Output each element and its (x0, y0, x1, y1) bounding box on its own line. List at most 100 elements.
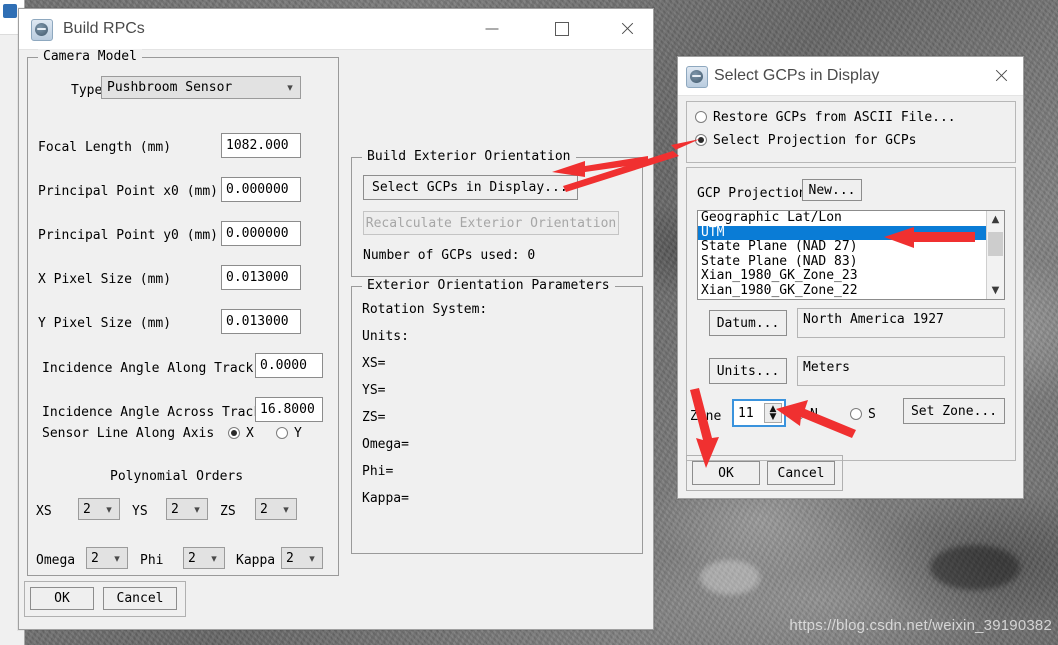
incidence-along-track-label: Incidence Angle Along Track (42, 361, 254, 376)
incidence-across-track-value: 16.8000 (260, 402, 315, 417)
recalculate-exterior-orientation-button: Recalculate Exterior Orientation (363, 211, 619, 235)
build-rpcs-title: Build RPCs (63, 20, 145, 37)
x-pixel-size-input[interactable]: 0.013000 (221, 265, 301, 290)
focal-length-value: 1082.000 (226, 138, 289, 153)
zone-label: Zone (690, 409, 722, 424)
build-rpcs-titlebar: Build RPCs (19, 9, 653, 50)
camera-model-group-label: Camera Model (38, 49, 142, 64)
app-logo-icon (686, 66, 708, 88)
poly-phi-dropdown[interactable]: 2 ▾ (183, 547, 225, 569)
hemisphere-radio-south[interactable]: S (850, 407, 876, 422)
build-rpcs-ok-button[interactable]: OK (30, 587, 94, 610)
y-pixel-size-value: 0.013000 (226, 314, 289, 329)
poly-kappa-dropdown[interactable]: 2 ▾ (281, 547, 323, 569)
maximize-button[interactable] (539, 9, 585, 48)
poly-kappa-label: Kappa (236, 553, 276, 568)
select-gcps-cancel-button[interactable]: Cancel (767, 461, 835, 485)
param-ys: YS= (362, 383, 386, 398)
minimize-icon (485, 28, 499, 29)
scroll-up-icon[interactable]: ▲ (987, 211, 1004, 228)
poly-zs-value: 2 (260, 501, 268, 517)
minimize-button[interactable] (469, 9, 515, 48)
incidence-across-track-input[interactable]: 16.8000 (255, 397, 323, 422)
principal-point-y0-value: 0.000000 (226, 226, 289, 241)
units-value: Meters (803, 360, 850, 375)
projection-list-scrollbar[interactable]: ▲ ▼ (986, 211, 1004, 299)
principal-point-y0-label: Principal Point y0 (mm) (38, 228, 219, 243)
list-item[interactable]: Xian_1980_GK_Zone_23 (698, 268, 1004, 284)
new-button-label: New... (808, 182, 856, 198)
select-gcps-button-label: Select GCPs in Display... (372, 180, 568, 195)
zone-spinner-buttons[interactable]: ▲ ▼ (764, 403, 782, 423)
sensor-axis-radio-y[interactable]: Y (276, 426, 302, 441)
datum-value: North America 1927 (803, 312, 944, 327)
close-button[interactable] (604, 9, 650, 48)
param-kappa: Kappa= (362, 491, 409, 506)
poly-zs-label: ZS (220, 504, 236, 519)
gcp-projection-panel: GCP Projection New... Geographic Lat/Lon… (686, 167, 1016, 461)
list-item[interactable]: Geographic Lat/Lon (698, 211, 1004, 226)
camera-model-group: Camera Model Type Pushbroom Sensor ▾ Foc… (27, 49, 339, 576)
y-pixel-size-label: Y Pixel Size (mm) (38, 316, 172, 331)
units-button[interactable]: Units... (709, 358, 787, 384)
x-pixel-size-value: 0.013000 (226, 270, 289, 285)
param-units: Units: (362, 329, 409, 344)
select-gcps-in-display-button[interactable]: Select GCPs in Display... (363, 175, 578, 200)
param-omega: Omega= (362, 437, 409, 452)
sensor-type-dropdown[interactable]: Pushbroom Sensor ▾ (101, 76, 301, 99)
hemisphere-radio-north[interactable]: N (792, 407, 818, 422)
units-value-field: Meters (797, 356, 1005, 386)
principal-point-x0-input[interactable]: 0.000000 (221, 177, 301, 202)
chevron-down-icon: ▾ (194, 502, 200, 516)
sensor-axis-label: Sensor Line Along Axis (42, 426, 215, 441)
datum-button[interactable]: Datum... (709, 310, 787, 336)
sensor-axis-radio-x[interactable]: X (228, 426, 254, 441)
select-gcps-button-bar: OK Cancel (686, 455, 843, 491)
focal-length-input[interactable]: 1082.000 (221, 133, 301, 158)
select-projection-for-gcps-radio[interactable]: Select Projection for GCPs (695, 133, 917, 148)
app-logo-icon (31, 19, 53, 41)
poly-xs-label: XS (36, 504, 52, 519)
poly-zs-dropdown[interactable]: 2 ▾ (255, 498, 297, 520)
poly-ys-label: YS (132, 504, 148, 519)
build-rpcs-button-bar: OK Cancel (24, 581, 186, 617)
datum-value-field: North America 1927 (797, 308, 1005, 338)
poly-kappa-value: 2 (286, 550, 294, 566)
build-rpcs-cancel-button[interactable]: Cancel (103, 587, 177, 610)
close-icon (994, 69, 1008, 83)
restore-gcps-from-ascii-radio[interactable]: Restore GCPs from ASCII File... (695, 110, 956, 125)
incidence-along-track-value: 0.0000 (260, 358, 307, 373)
list-item[interactable]: State Plane (NAD 27) (698, 239, 1004, 255)
param-zs: ZS= (362, 410, 386, 425)
incidence-along-track-input[interactable]: 0.0000 (255, 353, 323, 378)
watermark-text: https://blog.csdn.net/weixin_39190382 (789, 617, 1052, 634)
y-pixel-size-input[interactable]: 0.013000 (221, 309, 301, 334)
sensor-type-value: Pushbroom Sensor (107, 80, 233, 95)
scrollbar-thumb[interactable] (988, 232, 1003, 256)
projection-listbox[interactable]: Geographic Lat/Lon UTM State Plane (NAD … (697, 210, 1005, 300)
chevron-down-icon: ▾ (309, 551, 315, 565)
datum-button-label: Datum... (716, 315, 780, 331)
list-item[interactable]: Xian_1980_GK_Zone_22 (698, 283, 1004, 299)
zone-spinner[interactable]: 11 ▲ ▼ (732, 399, 786, 427)
build-exterior-group-label: Build Exterior Orientation (362, 149, 576, 164)
scroll-down-icon[interactable]: ▼ (987, 282, 1004, 299)
principal-point-x0-label: Principal Point x0 (mm) (38, 184, 219, 199)
list-item[interactable]: UTM (698, 225, 1004, 240)
param-xs: XS= (362, 356, 386, 371)
spinner-down-icon[interactable]: ▼ (770, 413, 777, 422)
select-gcps-cancel-label: Cancel (777, 465, 825, 481)
select-gcps-ok-button[interactable]: OK (692, 461, 760, 485)
principal-point-y0-input[interactable]: 0.000000 (221, 221, 301, 246)
select-gcps-title: Select GCPs in Display (714, 67, 880, 84)
list-item[interactable]: State Plane (NAD 83) (698, 254, 1004, 270)
select-gcps-close-button[interactable] (978, 57, 1024, 94)
poly-ys-dropdown[interactable]: 2 ▾ (166, 498, 208, 520)
poly-xs-dropdown[interactable]: 2 ▾ (78, 498, 120, 520)
gcp-count-text: Number of GCPs used: 0 (363, 248, 536, 263)
close-icon (620, 22, 634, 36)
new-projection-button[interactable]: New... (802, 179, 862, 201)
gcp-projection-label: GCP Projection (697, 186, 807, 201)
set-zone-button[interactable]: Set Zone... (903, 398, 1005, 424)
poly-omega-dropdown[interactable]: 2 ▾ (86, 547, 128, 569)
